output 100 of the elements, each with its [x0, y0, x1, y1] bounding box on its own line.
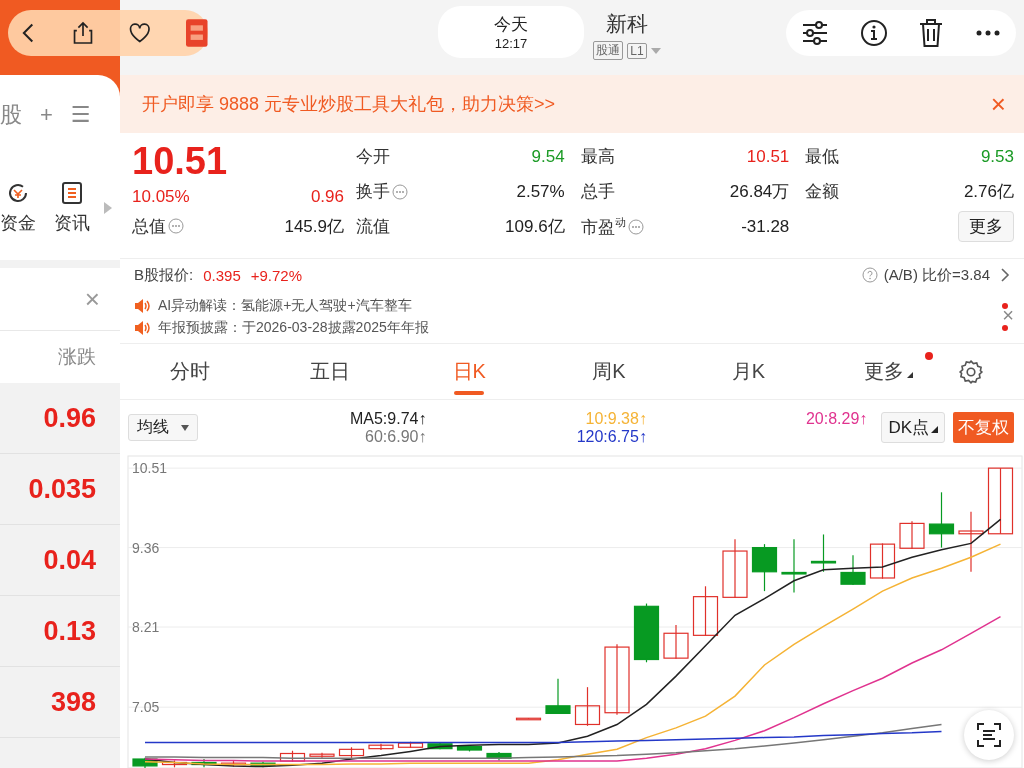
field-value: -31.28 — [741, 216, 790, 237]
candlestick — [899, 520, 925, 550]
candlestick — [250, 761, 276, 768]
table-cell: 0.04 — [0, 525, 120, 596]
candlestick — [368, 743, 394, 751]
candlestick — [397, 741, 424, 749]
candlestick — [132, 757, 158, 768]
field-value: 2.76亿 — [963, 181, 1014, 203]
axis-label: 9.36 — [132, 539, 160, 556]
b-share-price: 0.395 — [203, 266, 241, 284]
axis-label: 10.51 — [132, 460, 168, 477]
field-value: 9.54 — [531, 146, 565, 167]
unread-dot — [1002, 303, 1008, 309]
axis-label: 7.05 — [132, 699, 160, 716]
time-label: 12:17 — [494, 36, 528, 51]
candlestick — [427, 741, 453, 750]
table-cell: 0.96 — [0, 383, 120, 454]
chart-tab[interactable]: 分时 — [120, 348, 260, 395]
ma-legend: 120:6.75↑ — [576, 427, 647, 446]
scan-button[interactable] — [964, 710, 1014, 760]
trash-icon[interactable] — [918, 18, 945, 48]
info-icon[interactable] — [859, 19, 888, 47]
settings-icon[interactable] — [958, 358, 985, 385]
chart-tab[interactable]: 月K — [678, 348, 819, 395]
chevron-icon[interactable] — [1000, 268, 1010, 282]
indicator-dropdown[interactable]: 均线 — [128, 414, 198, 441]
ma-legend: MA5:9.74↑ — [349, 409, 427, 428]
speaker-icon — [134, 321, 150, 335]
dk-button[interactable]: DK点 — [881, 412, 945, 443]
change-amount: 0.96 — [310, 187, 344, 207]
field-value: 109.6亿 — [505, 216, 565, 238]
field-value: 10.51 — [746, 146, 790, 167]
b-share-label: B股报价: — [134, 265, 194, 285]
shortcut[interactable]: 资金 — [0, 180, 36, 235]
more-icon[interactable] — [974, 29, 1001, 37]
candlestick — [692, 585, 719, 637]
chart-tab[interactable]: 周K — [539, 348, 679, 395]
table-cell: 398 — [0, 667, 120, 738]
candlestick — [456, 744, 483, 752]
scan-icon — [976, 722, 1002, 748]
ma-legend: 10:9.38↑ — [585, 409, 647, 428]
field-label: 总值 — [132, 215, 166, 238]
field-label: 金额 — [805, 181, 840, 203]
ma-legend: 60:6.90↑ — [365, 427, 427, 446]
candlestick — [987, 467, 1014, 535]
candlestick — [633, 602, 660, 663]
candlestick — [722, 538, 748, 599]
price-ratio[interactable]: (A/B) 比价=3.84 — [883, 265, 990, 285]
more-button[interactable]: 更多 — [958, 211, 1014, 242]
ma-legend: 20:8.29↑ — [805, 409, 868, 428]
current-price: 10.51 — [132, 139, 229, 183]
candlestick — [279, 750, 306, 763]
candlestick — [928, 491, 955, 549]
candlestick — [486, 751, 512, 761]
table-cell: 0.13 — [0, 596, 120, 667]
stock-name: 新科 — [606, 11, 648, 37]
chart-tab[interactable]: 五日 — [259, 348, 400, 395]
candlestick — [840, 554, 866, 586]
caret-icon — [906, 372, 913, 378]
candlestick — [810, 533, 837, 573]
table-cell: 0.035 — [0, 454, 120, 525]
field-label: 流值 — [356, 216, 390, 238]
change-percent: 10.05% — [132, 187, 190, 207]
candlestick — [781, 538, 807, 594]
candlestick — [161, 759, 188, 768]
candlestick — [663, 624, 689, 660]
date-label: 今天 — [494, 14, 528, 36]
unread-dot — [1002, 325, 1008, 331]
field-label: 总手 — [580, 181, 615, 203]
speaker-icon — [134, 299, 150, 313]
column-header[interactable]: 涨跌 — [58, 344, 96, 370]
field-value: 145.9亿 — [284, 215, 344, 238]
candlestick — [869, 542, 896, 580]
close-button[interactable]: × — [1002, 304, 1014, 327]
chart-tab[interactable]: 更多 — [818, 348, 959, 395]
field-label: 今开 — [356, 146, 390, 168]
news-headline[interactable]: 年报预披露：于2026-03-28披露2025年年报 — [158, 319, 994, 337]
header-item[interactable]: + — [40, 102, 53, 128]
candlestick — [515, 717, 542, 721]
sliders-icon[interactable] — [801, 20, 830, 46]
candlestick — [545, 678, 571, 715]
candlestick — [574, 686, 601, 727]
field-label: 最低 — [805, 146, 840, 168]
candlestick — [958, 511, 984, 573]
market-badge: 股通 — [593, 41, 624, 60]
field-value: 9.53 — [980, 146, 1014, 167]
caret-icon — [181, 424, 189, 431]
field-value: 2.57% — [516, 181, 565, 202]
field-label: 市盈$^{动}$ — [580, 214, 626, 239]
field-value: 26.84万 — [729, 181, 790, 203]
shortcut[interactable]: 资讯 — [54, 180, 90, 235]
candlestick — [191, 758, 217, 768]
header-item[interactable]: 股 — [0, 100, 22, 130]
news-headline[interactable]: AI异动解读：氢能源+无人驾驶+汽车整车 — [158, 297, 994, 315]
field-label: 最高 — [580, 146, 615, 168]
b-share-change: +9.72% — [250, 266, 303, 284]
header-item[interactable]: ☰ — [70, 102, 91, 128]
candlestick — [338, 746, 365, 760]
candlestick — [751, 543, 778, 592]
candlestick — [309, 752, 335, 759]
